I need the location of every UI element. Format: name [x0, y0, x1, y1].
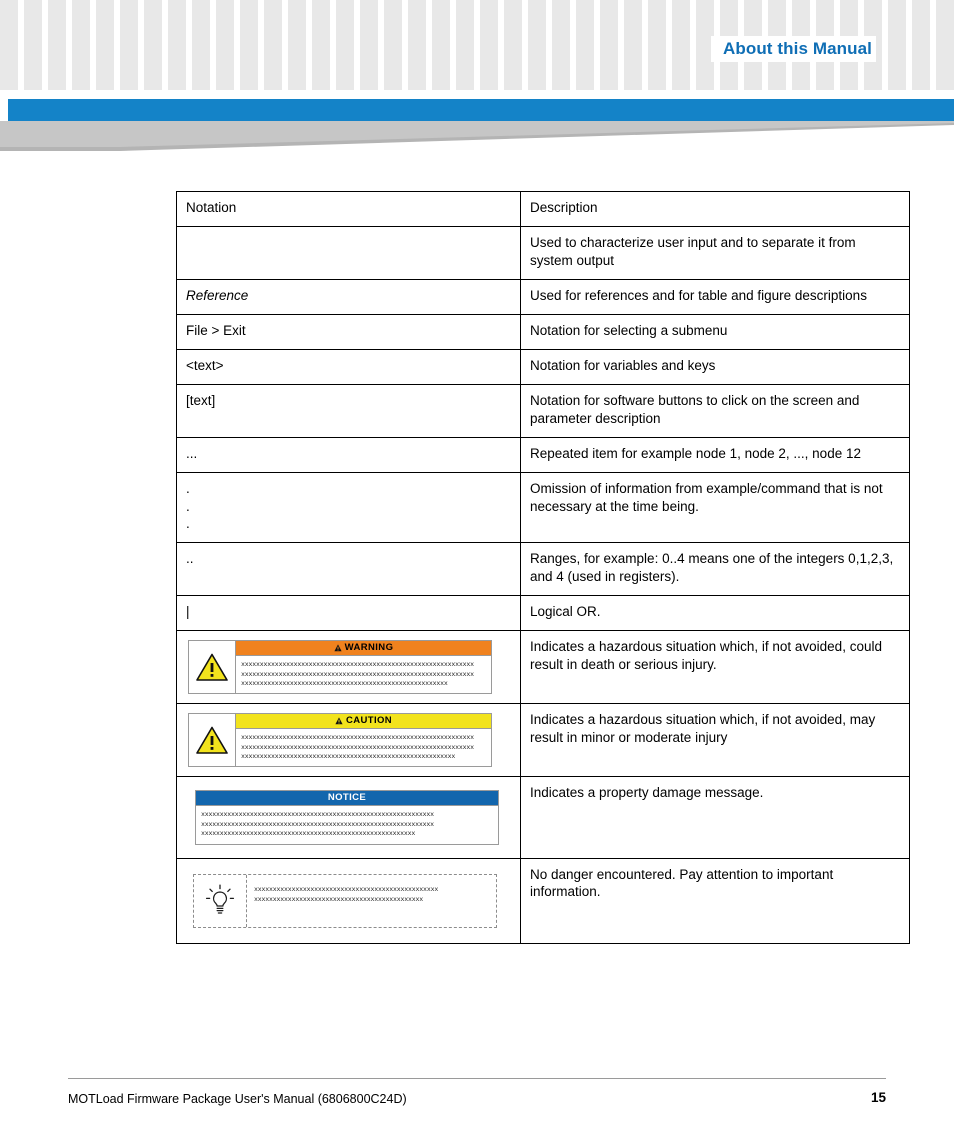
table-row: <text> Notation for variables and keys [176, 348, 910, 385]
warning-bar: WARNING [236, 641, 491, 657]
cell-description: Repeated item for example node 1, node 2… [520, 436, 910, 473]
warning-placeholder-text: xxxxxxxxxxxxxxxxxxxxxxxxxxxxxxxxxxxxxxxx… [241, 661, 474, 688]
footer-page-number: 15 [870, 1090, 886, 1105]
notation-table-container: Notation Description Used to characteriz… [176, 191, 910, 944]
notice-label: NOTICE [327, 792, 367, 804]
warning-admonition-box: WARNING xxxxxxxxxxxxxxxxxxxxxxxxxxxxxxxx… [188, 640, 492, 695]
column-header-description: Description [520, 191, 910, 227]
cell-notation: [text] [176, 383, 521, 438]
lightbulb-icon [194, 874, 247, 927]
cell-notation: .. [176, 542, 521, 597]
warning-small-triangle-icon [334, 644, 342, 652]
table-row: Used to characterize user input and to s… [176, 225, 910, 280]
table-row: File > Exit Notation for selecting a sub… [176, 313, 910, 350]
notice-admonition-box: NOTICE xxxxxxxxxxxxxxxxxxxxxxxxxxxxxxxxx… [195, 790, 499, 845]
caution-bar: CAUTION [236, 714, 491, 730]
table-row: WARNING xxxxxxxxxxxxxxxxxxxxxxxxxxxxxxxx… [176, 630, 910, 705]
cell-description: Notation for software buttons to click o… [520, 383, 910, 438]
footer-divider [68, 1078, 886, 1079]
cell-notice-graphic: NOTICE xxxxxxxxxxxxxxxxxxxxxxxxxxxxxxxxx… [176, 776, 521, 859]
table-header-row: Notation Description [176, 191, 910, 227]
cell-description: Indicates a hazardous situation which, i… [520, 630, 910, 705]
cell-notation [176, 225, 521, 280]
header-grey-swoosh [0, 121, 954, 155]
tip-box: xxxxxxxxxxxxxxxxxxxxxxxxxxxxxxxxxxxxxxxx… [193, 873, 497, 928]
cell-description: Omission of information from example/com… [520, 471, 910, 544]
cell-description: Indicates a hazardous situation which, i… [520, 703, 910, 778]
table-row: NOTICE xxxxxxxxxxxxxxxxxxxxxxxxxxxxxxxxx… [176, 776, 910, 859]
cell-tip-graphic: xxxxxxxxxxxxxxxxxxxxxxxxxxxxxxxxxxxxxxxx… [176, 857, 521, 944]
table-row: [text] Notation for software buttons to … [176, 383, 910, 438]
caution-triangle-icon [189, 714, 236, 767]
cell-description: Logical OR. [520, 595, 910, 632]
table-row: Reference Used for references and for ta… [176, 278, 910, 315]
cell-description: No danger encountered. Pay attention to … [520, 857, 910, 944]
cell-description: Notation for selecting a submenu [520, 313, 910, 350]
table-row: xxxxxxxxxxxxxxxxxxxxxxxxxxxxxxxxxxxxxxxx… [176, 857, 910, 944]
warning-triangle-icon [189, 641, 236, 694]
warning-label: WARNING [344, 641, 394, 653]
notation-table: Notation Description Used to characteriz… [176, 191, 910, 944]
cell-warning-graphic: WARNING xxxxxxxxxxxxxxxxxxxxxxxxxxxxxxxx… [176, 630, 521, 705]
notice-bar: NOTICE [196, 791, 498, 807]
table-row: | Logical OR. [176, 595, 910, 632]
caution-label: CAUTION [345, 715, 393, 727]
table-row: .. Ranges, for example: 0..4 means one o… [176, 542, 910, 597]
cell-notation: <text> [176, 348, 521, 385]
cell-description: Indicates a property damage message. [520, 776, 910, 859]
cell-description: Ranges, for example: 0..4 means one of t… [520, 542, 910, 597]
cell-notation: . . . [176, 471, 521, 544]
caution-body: CAUTION xxxxxxxxxxxxxxxxxxxxxxxxxxxxxxxx… [236, 714, 491, 766]
tip-placeholder-text: xxxxxxxxxxxxxxxxxxxxxxxxxxxxxxxxxxxxxxxx… [254, 885, 439, 903]
caution-small-triangle-icon [335, 717, 343, 725]
cell-description: Used for references and for table and fi… [520, 278, 910, 315]
table-row: ... Repeated item for example node 1, no… [176, 436, 910, 473]
cell-notation: Reference [176, 278, 521, 315]
table-row: . . . Omission of information from examp… [176, 471, 910, 544]
table-row: CAUTION xxxxxxxxxxxxxxxxxxxxxxxxxxxxxxxx… [176, 703, 910, 778]
cell-description: Used to characterize user input and to s… [520, 225, 910, 280]
cell-notation: | [176, 595, 521, 632]
cell-caution-graphic: CAUTION xxxxxxxxxxxxxxxxxxxxxxxxxxxxxxxx… [176, 703, 521, 778]
warning-body: WARNING xxxxxxxxxxxxxxxxxxxxxxxxxxxxxxxx… [236, 641, 491, 693]
notice-placeholder-text: xxxxxxxxxxxxxxxxxxxxxxxxxxxxxxxxxxxxxxxx… [201, 811, 434, 838]
caution-admonition-box: CAUTION xxxxxxxxxxxxxxxxxxxxxxxxxxxxxxxx… [188, 713, 492, 768]
caution-placeholder-text: xxxxxxxxxxxxxxxxxxxxxxxxxxxxxxxxxxxxxxxx… [241, 734, 474, 761]
footer-manual-title: MOTLoad Firmware Package User's Manual (… [68, 1092, 407, 1106]
column-header-notation: Notation [176, 191, 521, 227]
cell-notation: File > Exit [176, 313, 521, 350]
header-blue-bar [8, 99, 954, 121]
notice-body: NOTICE xxxxxxxxxxxxxxxxxxxxxxxxxxxxxxxxx… [196, 791, 498, 843]
page-header-title: About this Manual [710, 36, 876, 62]
cell-description: Notation for variables and keys [520, 348, 910, 385]
cell-notation: ... [176, 436, 521, 473]
